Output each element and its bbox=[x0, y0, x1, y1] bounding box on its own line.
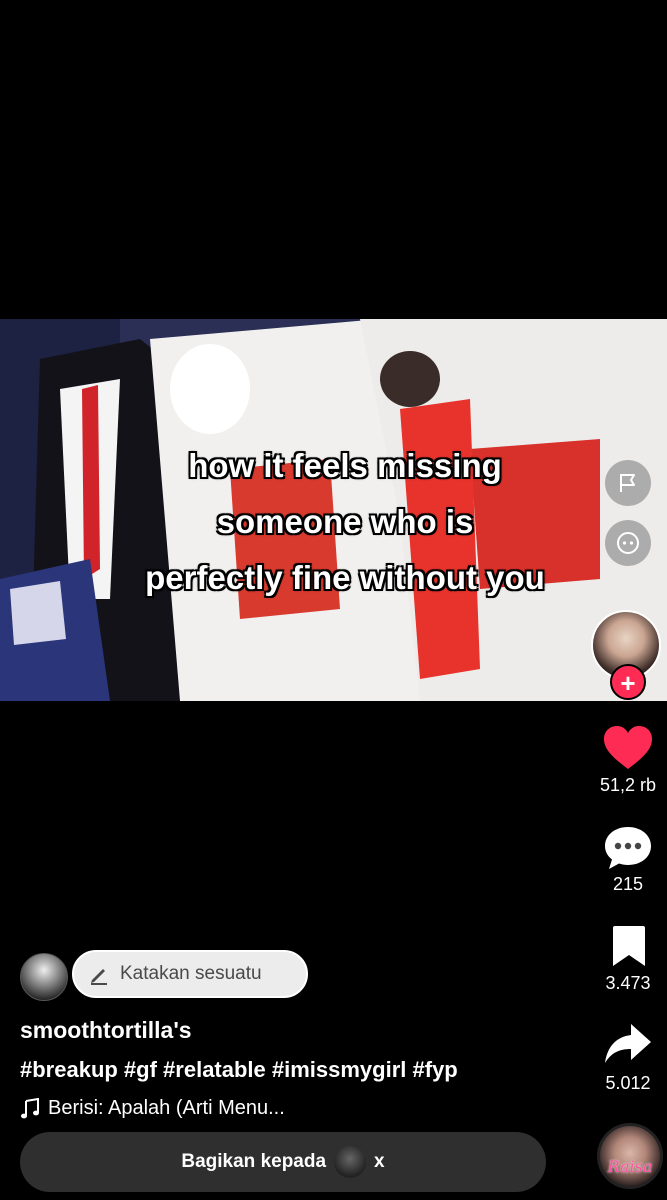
share-to-label: Bagikan kepada bbox=[181, 1151, 327, 1172]
music-note-icon bbox=[21, 1097, 39, 1118]
share-target-avatar[interactable] bbox=[334, 1146, 367, 1178]
comment-icon bbox=[605, 827, 651, 869]
flag-icon bbox=[620, 474, 635, 492]
music-link[interactable]: Berisi: Apalah (Arti Menu... bbox=[20, 1097, 285, 1120]
heart-icon bbox=[604, 726, 652, 769]
follow-button[interactable]: + bbox=[610, 664, 646, 700]
comment-button[interactable] bbox=[603, 825, 653, 871]
music-title: Berisi: Apalah (Arti Menu... bbox=[48, 1097, 285, 1119]
user-avatar[interactable] bbox=[20, 953, 68, 1001]
comment-count: 215 bbox=[612, 874, 644, 894]
face-icon bbox=[617, 532, 639, 554]
username[interactable]: smoothtortilla's bbox=[20, 1017, 192, 1044]
share-close[interactable]: x bbox=[374, 1151, 385, 1173]
share-to-bar[interactable]: Bagikan kepada x bbox=[20, 1132, 546, 1192]
video-caption: how it feels missing someone who is perf… bbox=[145, 447, 545, 596]
effect-button[interactable] bbox=[605, 520, 651, 566]
comment-prompt-button[interactable]: Katakan sesuatu bbox=[72, 950, 308, 998]
comment-prompt-text: Katakan sesuatu bbox=[120, 963, 262, 984]
like-button[interactable] bbox=[602, 725, 654, 771]
post-info: Katakan sesuatu smoothtortilla's #breaku… bbox=[0, 945, 667, 1200]
hashtags[interactable]: #breakup #gf #relatable #imissmygirl #fy… bbox=[20, 1057, 458, 1083]
like-count: 51,2 rb bbox=[599, 775, 657, 795]
report-button[interactable] bbox=[605, 460, 651, 506]
pencil-icon bbox=[91, 969, 107, 985]
